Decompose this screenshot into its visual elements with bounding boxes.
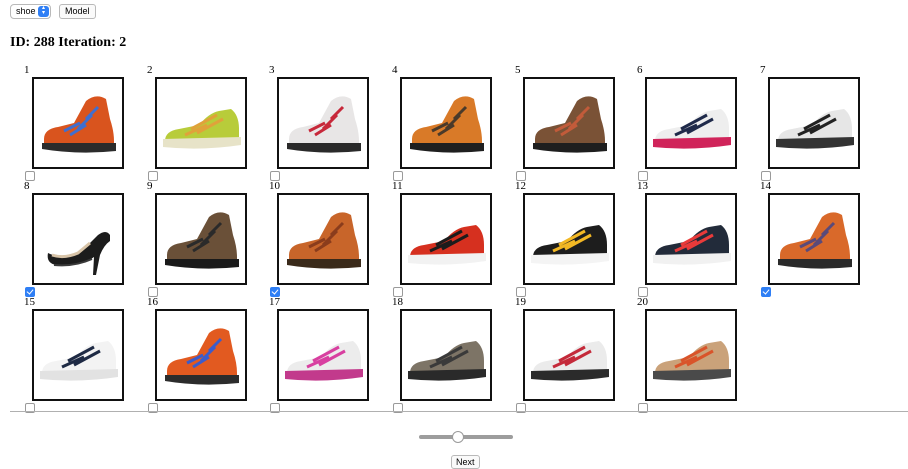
item-image-frame [523, 309, 615, 401]
shoe-image [47, 232, 110, 275]
grid-item: 11 [392, 180, 502, 297]
shoe-image [285, 341, 363, 381]
shoe-image [653, 225, 731, 265]
grid-item: 18 [392, 296, 502, 413]
grid-item: 3 [269, 64, 379, 181]
grid-item: 5 [515, 64, 625, 181]
grid-item: 16 [147, 296, 257, 413]
grid-item: 20 [637, 296, 747, 413]
item-number: 16 [147, 296, 158, 308]
item-number: 19 [515, 296, 526, 308]
item-number: 12 [515, 180, 526, 192]
shoe-image [776, 109, 854, 149]
grid-item: 9 [147, 180, 257, 297]
divider [10, 411, 908, 412]
grid-item: 13 [637, 180, 747, 297]
item-image-frame [155, 77, 247, 169]
item-image-frame [277, 309, 369, 401]
shoe-image [165, 212, 239, 269]
item-number: 14 [760, 180, 771, 192]
item-number: 8 [24, 180, 30, 192]
shoe-image [533, 96, 607, 153]
shoe-image [42, 96, 116, 153]
shoe-image [410, 96, 484, 153]
item-number: 4 [392, 64, 398, 76]
item-number: 17 [269, 296, 280, 308]
item-image-frame [277, 193, 369, 285]
item-number: 10 [269, 180, 280, 192]
item-image-frame [768, 77, 860, 169]
grid-item: 17 [269, 296, 379, 413]
item-image-frame [155, 309, 247, 401]
shoe-image [287, 212, 361, 269]
item-image-frame [400, 77, 492, 169]
slider-track [419, 435, 513, 439]
item-number: 11 [392, 180, 403, 192]
shoe-image [408, 225, 486, 265]
shoe-image [40, 341, 118, 381]
item-number: 9 [147, 180, 153, 192]
grid-item: 1 [24, 64, 134, 181]
item-image-frame [645, 77, 737, 169]
shoe-image [653, 341, 731, 381]
slider-thumb[interactable] [452, 431, 464, 443]
item-image-frame [32, 309, 124, 401]
item-image-frame [277, 77, 369, 169]
item-number: 13 [637, 180, 648, 192]
image-grid: 1 2 3 4 5 6 7 8 9 10 11 12 13 14 15 16 17 18 19 20 [0, 0, 908, 413]
grid-item: 6 [637, 64, 747, 181]
shoe-image [653, 109, 731, 149]
grid-item: 4 [392, 64, 502, 181]
shoe-image [165, 328, 239, 385]
grid-item: 14 [760, 180, 870, 297]
grid-item: 10 [269, 180, 379, 297]
item-image-frame [32, 77, 124, 169]
shoe-image [408, 341, 486, 381]
shoe-image [163, 109, 241, 149]
grid-item: 12 [515, 180, 625, 297]
item-image-frame [645, 193, 737, 285]
item-image-frame [768, 193, 860, 285]
shoe-image [778, 212, 852, 269]
item-image-frame [400, 193, 492, 285]
item-number: 7 [760, 64, 766, 76]
shoe-image [531, 225, 609, 265]
item-number: 5 [515, 64, 521, 76]
grid-item: 8 [24, 180, 134, 297]
shoe-image [531, 341, 609, 381]
grid-item: 19 [515, 296, 625, 413]
item-image-frame [523, 193, 615, 285]
select-checkbox[interactable] [761, 287, 771, 297]
shoe-image [287, 96, 361, 153]
item-image-frame [400, 309, 492, 401]
item-number: 6 [637, 64, 643, 76]
slider[interactable] [419, 430, 513, 444]
item-image-frame [155, 193, 247, 285]
item-number: 2 [147, 64, 153, 76]
item-number: 15 [24, 296, 35, 308]
item-number: 18 [392, 296, 403, 308]
grid-item: 2 [147, 64, 257, 181]
item-image-frame [523, 77, 615, 169]
item-image-frame [32, 193, 124, 285]
item-image-frame [645, 309, 737, 401]
item-number: 1 [24, 64, 30, 76]
item-number: 20 [637, 296, 648, 308]
item-number: 3 [269, 64, 275, 76]
grid-item: 7 [760, 64, 870, 181]
grid-item: 15 [24, 296, 134, 413]
